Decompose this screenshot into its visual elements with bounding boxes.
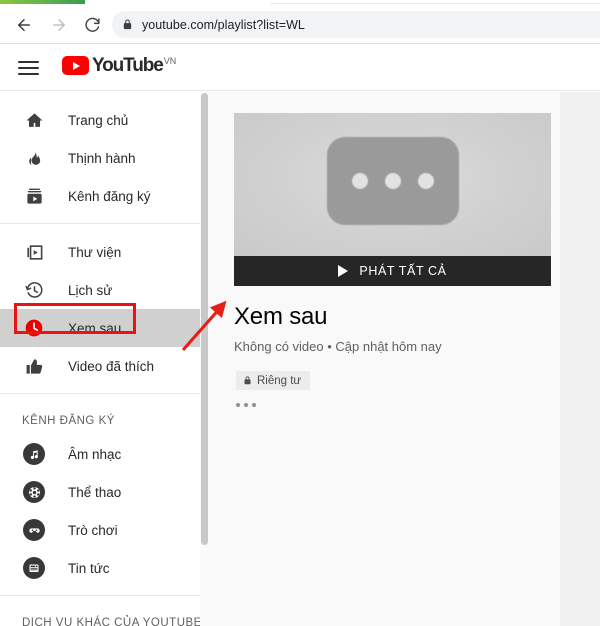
play-triangle-icon — [338, 265, 349, 277]
youtube-logo-text: YouTube — [92, 55, 164, 76]
arrow-right-icon — [50, 16, 68, 34]
menu-line — [18, 73, 39, 75]
lock-icon — [243, 375, 252, 386]
menu-dot — [252, 403, 256, 407]
lock-icon — [112, 18, 142, 31]
subscriptions-icon — [22, 187, 46, 206]
sidebar-item-sports[interactable]: Thể thao — [0, 473, 200, 511]
sidebar-item-label: Lịch sử — [68, 282, 113, 298]
sidebar-item-subscriptions[interactable]: Kênh đăng ký — [0, 177, 200, 215]
youtube-play-icon — [62, 56, 89, 75]
menu-dot — [236, 403, 240, 407]
sidebar-item-trending[interactable]: Thịnh hành — [0, 139, 200, 177]
sidebar-item-label: Âm nhạc — [68, 446, 122, 462]
url-text: youtube.com/playlist?list=WL — [142, 17, 305, 32]
placeholder-dot — [351, 173, 368, 189]
sidebar-item-home[interactable]: Trang chủ — [0, 101, 200, 139]
playlist-meta: Không có video • Cập nhật hôm nay — [234, 339, 442, 354]
sidebar-item-label: Trò chơi — [68, 522, 118, 538]
music-note-icon — [22, 443, 46, 465]
play-all-button[interactable]: PHÁT TẤT CẢ — [234, 256, 551, 286]
sidebar-group-more-from-youtube: DỊCH VỤ KHÁC CỦA YOUTUBE Trò chơi — [0, 595, 200, 626]
sidebar-group-primary: Trang chủ Thịnh hành Kênh đăng ký — [0, 92, 200, 223]
sidebar-item-label: Xem sau — [68, 320, 122, 336]
page-right-gutter — [560, 92, 600, 626]
placeholder-dot — [417, 173, 434, 189]
history-icon — [22, 281, 46, 300]
sidebar-item-label: Thể thao — [68, 484, 122, 500]
playlist-title: Xem sau — [234, 303, 328, 330]
sidebar-item-label: Thư viện — [68, 244, 122, 260]
hamburger-menu-icon[interactable] — [18, 58, 40, 78]
sidebar-item-gaming[interactable]: Trò chơi — [0, 511, 200, 549]
reload-button[interactable] — [80, 13, 104, 37]
privacy-badge-label: Riêng tư — [257, 374, 302, 387]
watch-later-icon — [22, 318, 46, 338]
back-button[interactable] — [12, 13, 36, 37]
reload-icon — [84, 17, 101, 34]
thumbs-up-icon — [22, 357, 46, 376]
sidebar-scrollbar-thumb[interactable] — [201, 93, 208, 545]
sidebar-item-history[interactable]: Lịch sử — [0, 271, 200, 309]
gaming-icon — [22, 519, 46, 541]
sidebar-item-label: Video đã thích — [68, 358, 155, 374]
thumbnail-image — [234, 113, 551, 256]
sidebar-item-watch-later[interactable]: Xem sau — [0, 309, 200, 347]
youtube-country-code: VN — [163, 56, 177, 66]
privacy-badge: Riêng tư — [236, 371, 311, 390]
play-all-label: PHÁT TẤT CẢ — [359, 264, 447, 278]
placeholder-dot — [384, 173, 401, 189]
youtube-masthead: YouTube VN Tìm kiếm — [0, 45, 600, 128]
sidebar-item-label: Thịnh hành — [68, 150, 136, 166]
sidebar-item-label: Trang chủ — [68, 112, 129, 128]
sidebar-section-header: KÊNH ĐĂNG KÝ — [22, 415, 115, 427]
youtube-logo[interactable]: YouTube VN — [62, 56, 176, 75]
browser-window: youtube.com/playlist?list=WL YouTube VN … — [0, 0, 600, 626]
sidebar-item-liked-videos[interactable]: Video đã thích — [0, 347, 200, 385]
sidebar-group-library: Thư viện Lịch sử Xem sau Video đã thích — [0, 223, 200, 393]
sidebar-item-music[interactable]: Âm nhạc — [0, 435, 200, 473]
playlist-thumbnail[interactable]: PHÁT TẤT CẢ — [234, 113, 551, 286]
arrow-left-icon — [15, 16, 33, 34]
sidebar-item-label: Kênh đăng ký — [68, 188, 151, 204]
sidebar: Trang chủ Thịnh hành Kênh đăng ký Thư vi… — [0, 92, 200, 626]
trending-flame-icon — [22, 149, 46, 168]
menu-line — [18, 61, 39, 63]
browser-toolbar: youtube.com/playlist?list=WL — [0, 4, 600, 44]
sidebar-group-subscriptions: KÊNH ĐĂNG KÝ Âm nhạc Thể thao Trò chơi T… — [0, 393, 200, 595]
address-bar[interactable]: youtube.com/playlist?list=WL — [112, 11, 600, 38]
news-icon — [22, 557, 46, 579]
three-dots-placeholder-icon — [326, 137, 459, 225]
menu-dot — [244, 403, 248, 407]
library-icon — [22, 243, 46, 262]
home-icon — [22, 111, 46, 130]
sidebar-item-label: Tin tức — [68, 560, 110, 576]
sidebar-section-header: DỊCH VỤ KHÁC CỦA YOUTUBE — [22, 617, 200, 626]
sidebar-item-library[interactable]: Thư viện — [0, 233, 200, 271]
forward-button[interactable] — [47, 13, 71, 37]
more-horizontal-icon[interactable] — [236, 403, 256, 407]
sidebar-item-news[interactable]: Tin tức — [0, 549, 200, 587]
menu-line — [18, 67, 39, 69]
sports-ball-icon — [22, 481, 46, 503]
